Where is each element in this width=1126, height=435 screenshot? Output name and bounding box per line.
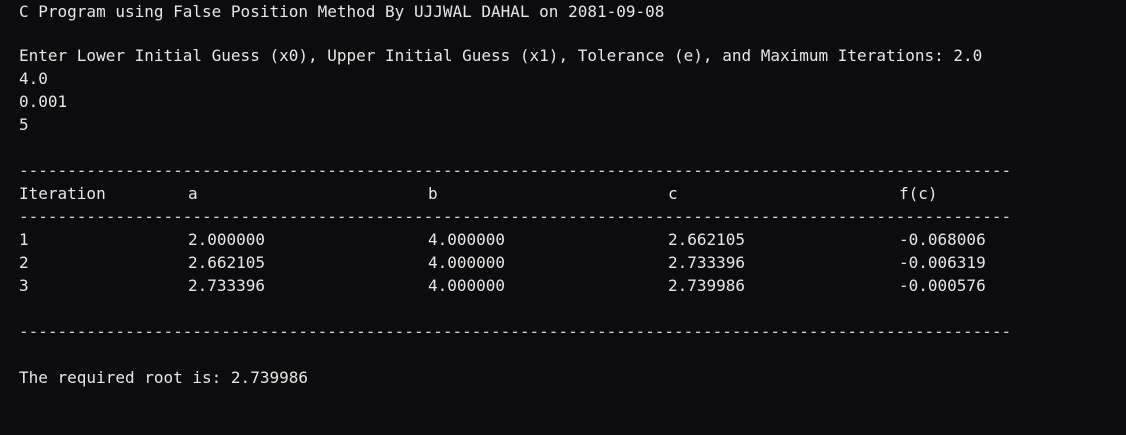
cell-fc: -0.006319	[899, 253, 986, 272]
cell-fc: -0.000576	[899, 276, 986, 295]
separator-line-bottom: ----------------------------------------…	[19, 322, 1009, 341]
cell-a: 2.662105	[188, 253, 266, 272]
cell-c: 2.662105	[668, 230, 746, 249]
header-a: a	[188, 184, 198, 203]
program-header: C Program using False Position Method By…	[19, 2, 665, 21]
table-row: 2 2.662105 4.000000 2.733396 -0.006319	[19, 251, 1019, 274]
header-fc: f(c)	[899, 184, 938, 203]
cell-iteration: 1	[19, 230, 29, 249]
result-text: The required root is: 2.739986	[19, 368, 308, 387]
header-c: c	[668, 184, 678, 203]
separator-line-top: ----------------------------------------…	[19, 161, 1009, 180]
header-iteration: Iteration	[19, 184, 106, 203]
separator-line-header: ----------------------------------------…	[19, 207, 1009, 226]
input-value-x1: 4.0	[19, 69, 48, 88]
cell-fc: -0.068006	[899, 230, 986, 249]
cell-b: 4.000000	[428, 253, 506, 272]
cell-b: 4.000000	[428, 230, 506, 249]
table-header-row: Iteration a b c f(c)	[19, 182, 1019, 205]
cell-a: 2.000000	[188, 230, 266, 249]
terminal-output: C Program using False Position Method By…	[19, 0, 1119, 403]
table-row: 1 2.000000 4.000000 2.662105 -0.068006	[19, 228, 1019, 251]
input-prompt: Enter Lower Initial Guess (x0), Upper In…	[19, 46, 983, 65]
table-row: 3 2.733396 4.000000 2.739986 -0.000576	[19, 274, 1019, 297]
input-value-max-iterations: 5	[19, 115, 29, 134]
cell-c: 2.733396	[668, 253, 746, 272]
cell-iteration: 2	[19, 253, 29, 272]
cell-a: 2.733396	[188, 276, 266, 295]
cell-b: 4.000000	[428, 276, 506, 295]
input-value-tolerance: 0.001	[19, 92, 68, 111]
cell-c: 2.739986	[668, 276, 746, 295]
header-b: b	[428, 184, 438, 203]
cell-iteration: 3	[19, 276, 29, 295]
